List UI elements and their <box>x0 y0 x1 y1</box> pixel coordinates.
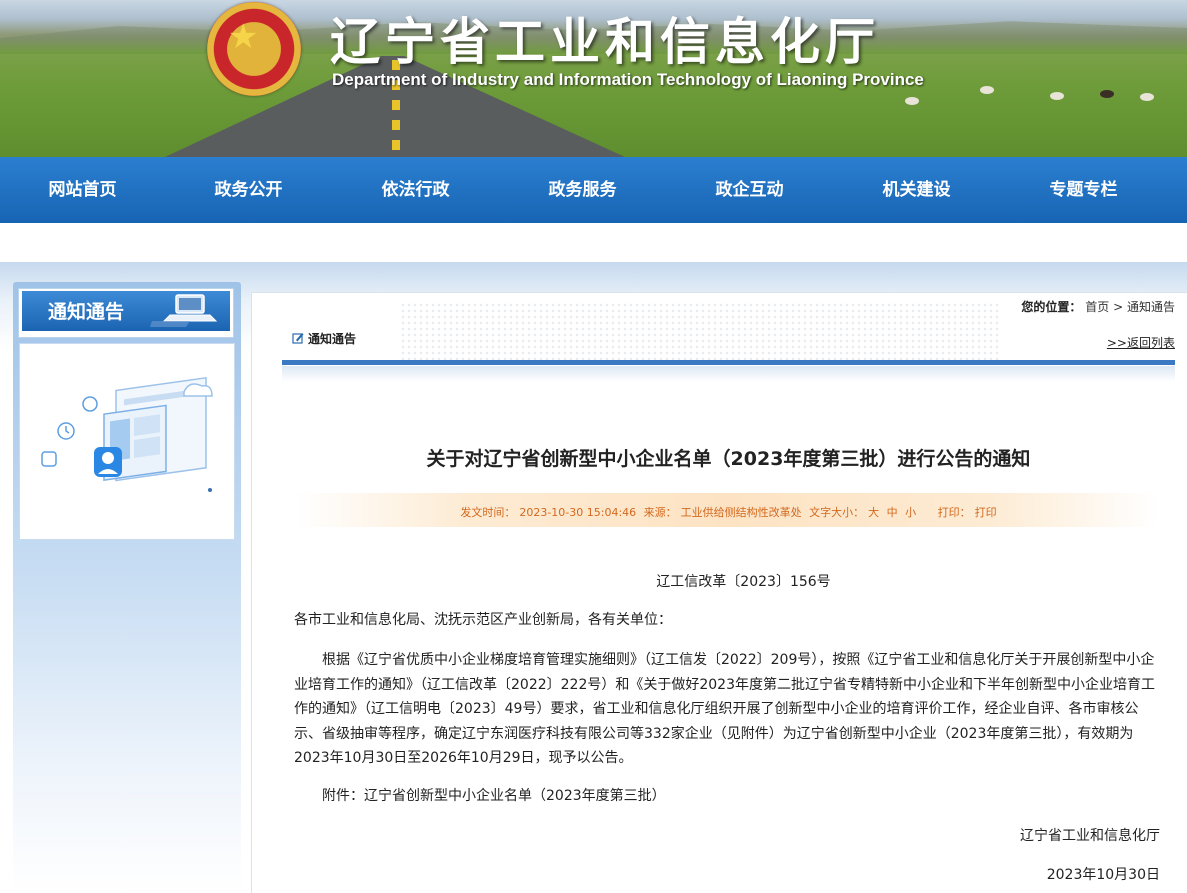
banner-sheep <box>1140 93 1154 101</box>
article-meta: 发文时间： 2023-10-30 15:04:46 来源： 工业供给侧结构性改革处 … <box>282 504 1175 520</box>
office-illustration <box>41 376 213 492</box>
font-size-label: 文字大小： <box>809 506 865 519</box>
site-title: 辽宁省工业和信息化厅 <box>330 13 880 71</box>
main-nav: 网站首页 政务公开 依法行政 政务服务 政企互动 机关建设 专题专栏 <box>0 157 1187 223</box>
publish-time-label: 发文时间： <box>460 506 516 519</box>
nav-item-topics[interactable]: 专题专栏 <box>1000 157 1167 223</box>
document-number: 辽工信改革〔2023〕156号 <box>656 574 831 590</box>
nav-item-interaction[interactable]: 政企互动 <box>666 157 833 223</box>
nav-item-gov-affairs[interactable]: 政务公开 <box>165 157 332 223</box>
section-divider-shade <box>282 366 1175 382</box>
nav-item-home[interactable]: 网站首页 <box>0 157 165 223</box>
back-to-list-link[interactable]: >>返回列表 <box>1107 334 1175 351</box>
article-body: 根据《辽宁省优质中小企业梯度培育管理实施细则》（辽工信发〔2022〕209号），… <box>294 652 1155 766</box>
banner-sheep <box>1050 92 1064 100</box>
section-label: 通知通告 <box>308 332 357 346</box>
source-label: 来源： <box>643 506 677 519</box>
site-title-english: Department of Industry and Information T… <box>332 70 924 89</box>
font-size-medium[interactable]: 中 <box>887 506 898 519</box>
nav-spacer <box>0 223 1187 265</box>
source-value: 工业供给侧结构性改革处 <box>680 506 802 519</box>
font-size-large[interactable]: 大 <box>868 506 879 519</box>
laptop-icon <box>150 294 218 327</box>
section-label-wrap: 通知通告 <box>292 330 356 347</box>
article-salutation: 各市工业和信息化局、沈抚示范区产业创新局，各有关单位： <box>294 612 672 628</box>
sidebar-title: 通知通告 <box>48 301 125 323</box>
breadcrumb: 您的位置： 首页 > 通知通告 <box>1021 298 1175 315</box>
nav-item-organ[interactable]: 机关建设 <box>833 157 1000 223</box>
breadcrumb-separator: > <box>1113 300 1124 314</box>
banner-sheep <box>1100 90 1114 98</box>
section-divider <box>282 360 1175 365</box>
breadcrumb-home-link[interactable]: 首页 <box>1085 300 1109 314</box>
edit-icon <box>292 333 304 344</box>
article-title: 关于对辽宁省创新型中小企业名单（2023年度第三批）进行公告的通知 <box>426 448 1031 470</box>
print-link[interactable]: 打印 <box>975 506 997 519</box>
nav-item-law[interactable]: 依法行政 <box>332 157 499 223</box>
font-size-small[interactable]: 小 <box>905 506 916 519</box>
nav-item-services[interactable]: 政务服务 <box>499 157 666 223</box>
publish-time: 2023-10-30 15:04:46 <box>519 506 637 519</box>
article-signature: 辽宁省工业和信息化厅 <box>1020 828 1160 844</box>
breadcrumb-current-link[interactable]: 通知通告 <box>1127 300 1175 314</box>
article-attachment[interactable]: 附件：辽宁省创新型中小企业名单（2023年度第三批） <box>294 784 1164 809</box>
emblem-star-icon: ★ <box>228 17 259 57</box>
breadcrumb-prefix: 您的位置： <box>1021 300 1082 314</box>
article-date: 2023年10月30日 <box>1046 867 1160 883</box>
banner-sheep <box>980 86 994 94</box>
print-label: 打印： <box>937 506 971 519</box>
header-pattern <box>400 302 1000 360</box>
banner-sheep <box>905 97 919 105</box>
